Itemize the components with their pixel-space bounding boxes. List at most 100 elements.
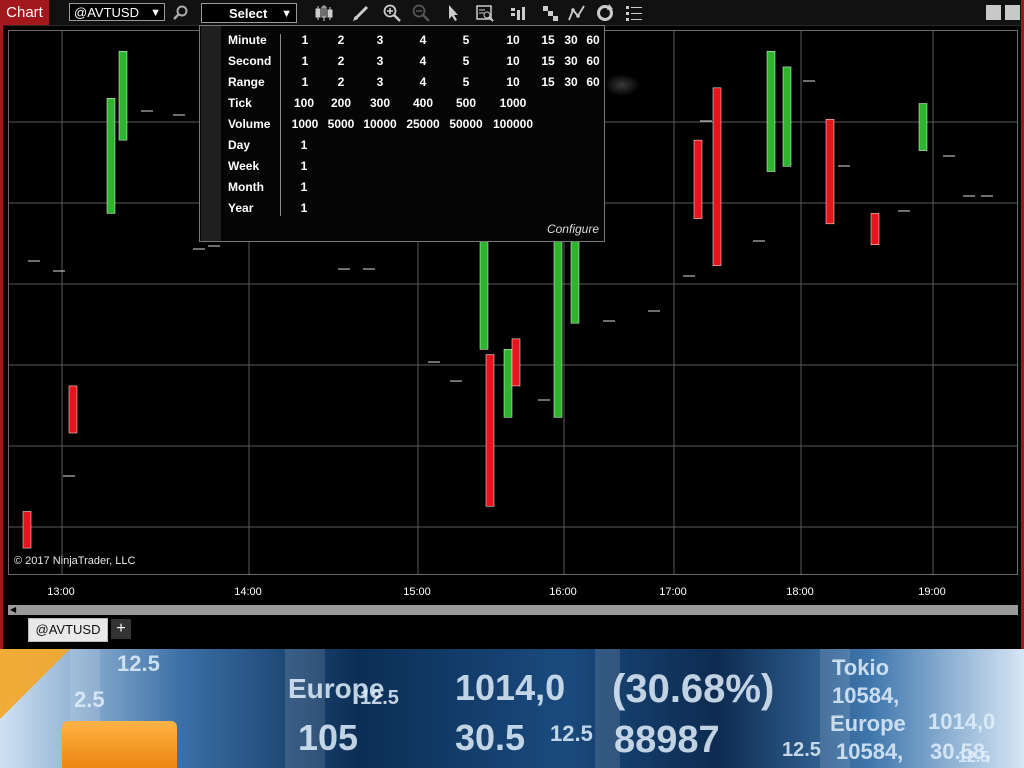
- indicators-icon[interactable]: [566, 2, 588, 24]
- interval-option[interactable]: 1000: [292, 117, 319, 131]
- interval-option[interactable]: 30: [564, 54, 577, 68]
- period-select-label: Select: [229, 6, 268, 21]
- candle-down: [511, 338, 521, 387]
- period-select-button[interactable]: Select ▼: [201, 3, 297, 23]
- interval-row-label: Day: [228, 138, 251, 152]
- candlestick-style-icon[interactable]: [313, 2, 335, 24]
- interval-option[interactable]: 1: [302, 75, 309, 89]
- time-axis-label: 14:00: [234, 586, 262, 598]
- interval-dropdown-menu: Minute 1 2 3 4 5 10 15 30 60 Second 1 2 3 4 5 10 15 30 60 Ra…: [199, 25, 640, 242]
- candle-up: [118, 50, 128, 141]
- time-axis-label: 18:00: [786, 586, 814, 598]
- interval-option[interactable]: 3: [377, 54, 384, 68]
- interval-option[interactable]: 5: [463, 33, 470, 47]
- interval-option[interactable]: 4: [420, 33, 427, 47]
- interval-option[interactable]: 15: [541, 75, 554, 89]
- time-axis-label: 16:00: [549, 586, 577, 598]
- candle-down: [485, 354, 495, 507]
- interval-option[interactable]: 10000: [363, 117, 396, 131]
- chevron-down-icon: ▼: [281, 8, 292, 20]
- interval-option[interactable]: 1: [301, 180, 308, 194]
- interval-option[interactable]: 2: [338, 54, 345, 68]
- window-restore-button[interactable]: [986, 5, 1001, 20]
- time-axis-label: 17:00: [659, 586, 687, 598]
- interval-option[interactable]: 3: [377, 75, 384, 89]
- interval-row-label: Month: [228, 180, 264, 194]
- interval-option[interactable]: 1: [301, 138, 308, 152]
- interval-row-label: Minute: [228, 33, 267, 47]
- interval-option[interactable]: 4: [420, 54, 427, 68]
- zoom-in-icon[interactable]: [381, 2, 403, 24]
- chevron-down-icon: ▼: [150, 7, 161, 19]
- pointer-icon[interactable]: [442, 2, 464, 24]
- horizontal-scrollbar[interactable]: ◀: [8, 605, 1018, 615]
- interval-option[interactable]: 2: [338, 75, 345, 89]
- add-tab-button[interactable]: +: [111, 619, 131, 639]
- interval-row-label: Tick: [228, 96, 252, 110]
- interval-option[interactable]: 50000: [449, 117, 482, 131]
- candle-down: [693, 139, 703, 219]
- interval-option[interactable]: 100000: [493, 117, 533, 131]
- interval-row-label: Second: [228, 54, 272, 68]
- scroll-left-icon[interactable]: ◀: [10, 605, 16, 615]
- time-axis-label: 15:00: [403, 586, 431, 598]
- interval-option[interactable]: 30: [564, 75, 577, 89]
- interval-option[interactable]: 1: [302, 54, 309, 68]
- interval-row-label: Year: [228, 201, 254, 215]
- candle-down: [68, 385, 78, 434]
- interval-option[interactable]: 4: [420, 75, 427, 89]
- orange-cube-graphic: [62, 721, 177, 768]
- interval-option[interactable]: 15: [541, 54, 554, 68]
- interval-option[interactable]: 500: [456, 96, 476, 110]
- interval-option[interactable]: 300: [370, 96, 390, 110]
- data-box-icon[interactable]: [474, 2, 496, 24]
- interval-option[interactable]: 30: [564, 33, 577, 47]
- interval-option[interactable]: 1000: [500, 96, 527, 110]
- interval-option[interactable]: 5: [463, 75, 470, 89]
- interval-option[interactable]: 60: [586, 75, 599, 89]
- candle-up: [106, 98, 116, 214]
- window-maximize-button[interactable]: [1005, 5, 1020, 20]
- interval-option[interactable]: 1: [302, 33, 309, 47]
- interval-option[interactable]: 1: [301, 201, 308, 215]
- candle-down: [870, 213, 880, 245]
- time-axis-label: 13:00: [47, 586, 75, 598]
- order-ladder-icon[interactable]: [539, 2, 561, 24]
- properties-icon[interactable]: [623, 2, 645, 24]
- candle-up: [503, 349, 513, 418]
- candle-down: [712, 87, 722, 266]
- interval-option[interactable]: 10: [506, 75, 519, 89]
- interval-option[interactable]: 10: [506, 33, 519, 47]
- interval-option[interactable]: 1: [301, 159, 308, 173]
- interval-option[interactable]: 2: [338, 33, 345, 47]
- bar-type-icon[interactable]: [508, 2, 530, 24]
- instrument-value: @AVTUSD: [74, 5, 139, 20]
- chart-window-label: Chart: [0, 0, 49, 25]
- interval-row-label: Week: [228, 159, 260, 173]
- interval-option[interactable]: 3: [377, 33, 384, 47]
- interval-option[interactable]: 15: [541, 33, 554, 47]
- candle-up: [766, 50, 776, 172]
- interval-option[interactable]: 100: [294, 96, 314, 110]
- interval-option[interactable]: 400: [413, 96, 433, 110]
- interval-row-label: Range: [228, 75, 265, 89]
- configure-link[interactable]: Configure: [547, 222, 599, 236]
- interval-option[interactable]: 5000: [328, 117, 355, 131]
- tab-avtusd[interactable]: @AVTUSD: [28, 618, 108, 642]
- reload-icon[interactable]: [594, 2, 616, 24]
- interval-option[interactable]: 5: [463, 54, 470, 68]
- instrument-selector[interactable]: @AVTUSD ▼: [69, 3, 165, 21]
- copyright-text: © 2017 NinjaTrader, LLC: [14, 555, 136, 567]
- draw-pencil-icon[interactable]: [350, 2, 372, 24]
- candle-down: [22, 511, 32, 549]
- candle-up: [918, 103, 928, 151]
- background-banner-image: 12.5 2.5 Europe 12.5 105 1014,0 30.5 12.…: [0, 649, 1024, 768]
- interval-option[interactable]: 60: [586, 54, 599, 68]
- interval-option[interactable]: 60: [586, 33, 599, 47]
- search-icon[interactable]: [170, 2, 192, 24]
- interval-option[interactable]: 25000: [406, 117, 439, 131]
- zoom-out-icon[interactable]: [410, 2, 432, 24]
- interval-option[interactable]: 10: [506, 54, 519, 68]
- interval-option[interactable]: 200: [331, 96, 351, 110]
- candle-down: [825, 118, 835, 225]
